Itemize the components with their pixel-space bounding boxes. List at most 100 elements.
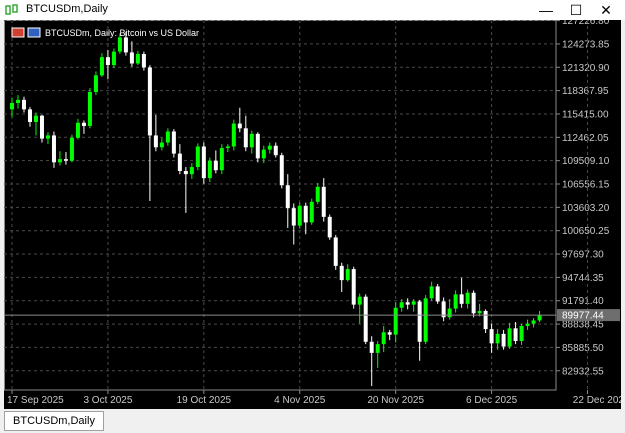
candle-body [357, 296, 362, 305]
candle-body [345, 269, 350, 281]
candle-body [411, 301, 416, 305]
candle-body [327, 216, 332, 238]
x-tick-label: 19 Oct 2025 [177, 395, 232, 406]
candle-body [513, 328, 518, 341]
candle-body [141, 53, 146, 68]
x-tick-label: 17 Sep 2025 [7, 395, 64, 406]
candle-body [75, 122, 80, 138]
chart-window-icon [5, 4, 18, 15]
y-tick-label: 115415.00 [562, 109, 609, 120]
candle-body [417, 301, 422, 342]
candle-body [273, 145, 278, 156]
candle-body [159, 142, 164, 148]
candle-body [165, 131, 170, 143]
candle-body [237, 123, 242, 129]
y-tick-label: 100650.25 [562, 226, 610, 237]
candle-body [309, 201, 314, 223]
window-title: BTCUSDm,Daily [26, 3, 108, 15]
plot-border [4, 20, 557, 391]
candle-body [369, 341, 374, 353]
y-tick-label: 121320.90 [562, 63, 610, 74]
candle-body [189, 167, 194, 175]
candle-body [387, 332, 392, 335]
candle-body [135, 53, 140, 64]
candle-body [333, 237, 338, 266]
candle-body [111, 51, 116, 66]
candle-body [405, 302, 410, 305]
candle-body [279, 155, 284, 186]
indicator-icon [27, 27, 41, 38]
candle-body [153, 135, 158, 148]
symbol-flag-icon [11, 27, 25, 38]
y-tick-label: 127226.80 [562, 20, 610, 27]
candle-body [525, 323, 530, 326]
candle-body [93, 75, 98, 92]
candle-body [147, 67, 152, 136]
candle-body [117, 37, 122, 52]
candle-body [195, 146, 200, 168]
candle-body [27, 109, 32, 122]
tab-btcusdm-daily[interactable]: BTCUSDm,Daily [4, 411, 104, 431]
maximize-button[interactable]: ☐ [561, 0, 591, 20]
candle-body [399, 302, 404, 308]
y-tick-label: 85885.50 [562, 343, 604, 354]
candle-body [69, 137, 74, 161]
y-tick-label: 91791.40 [562, 296, 604, 307]
chart-area[interactable]: 127226.80 124273.85 121320.90 118367.95 1154… [4, 20, 621, 409]
candle-body [447, 308, 452, 318]
y-tick-label: 112462.05 [562, 133, 609, 144]
title-bar: BTCUSDm,Daily — ☐ ✕ [0, 0, 625, 20]
y-tick-label: 97697.30 [562, 250, 604, 261]
candle-body [495, 333, 500, 344]
candle-body [201, 146, 206, 179]
candle-body [10, 103, 14, 110]
candle-body [297, 205, 302, 226]
candle-body [459, 294, 464, 304]
candle-body [171, 131, 176, 154]
candle-body [129, 52, 134, 64]
candle-body [267, 145, 272, 150]
candle-body [105, 57, 110, 66]
candle-body [381, 332, 386, 345]
candle-body [363, 296, 368, 342]
minimize-button[interactable]: — [531, 0, 561, 20]
y-tick-label: 82932.55 [562, 366, 604, 377]
candle-body [303, 205, 308, 223]
candle-body [225, 146, 230, 149]
candle-body [531, 320, 536, 324]
candle-body [351, 269, 356, 305]
candle-body [87, 91, 92, 126]
candlestick-chart[interactable]: 127226.80 124273.85 121320.90 118367.95 1154… [4, 20, 621, 409]
candle-body [501, 333, 506, 347]
candle-body [393, 307, 398, 335]
candle-body [33, 115, 38, 122]
candle-body [51, 135, 56, 163]
candle-body [207, 160, 212, 179]
candle-body [477, 310, 482, 314]
chart-header-text: BTCUSDm, Daily: Bitcoin vs US Dollar [45, 28, 199, 38]
candle-body [231, 123, 236, 147]
y-tick-label: 109509.10 [562, 156, 610, 167]
candle-body [213, 160, 218, 171]
y-tick-label: 103603.20 [562, 203, 610, 214]
candle-body [291, 208, 296, 226]
candle-body [249, 133, 254, 148]
close-button[interactable]: ✕ [591, 0, 621, 20]
candle-body [81, 122, 86, 126]
candle-body [471, 292, 476, 314]
y-tick-label: 118367.95 [562, 86, 609, 97]
candle-body [63, 159, 68, 161]
candle-body [177, 153, 182, 172]
candle-body [537, 315, 542, 321]
candle-body [285, 185, 290, 209]
x-tick-label: 6 Dec 2025 [466, 395, 518, 406]
x-tick-label: 20 Nov 2025 [367, 395, 424, 406]
candle-body [39, 115, 44, 139]
candle-body [519, 325, 524, 341]
x-tick-label: 4 Nov 2025 [274, 395, 326, 406]
candle-body [219, 148, 224, 171]
candle-body [483, 310, 488, 330]
candle-body [255, 133, 260, 159]
candle-body [339, 265, 344, 281]
candle-body [321, 186, 326, 217]
